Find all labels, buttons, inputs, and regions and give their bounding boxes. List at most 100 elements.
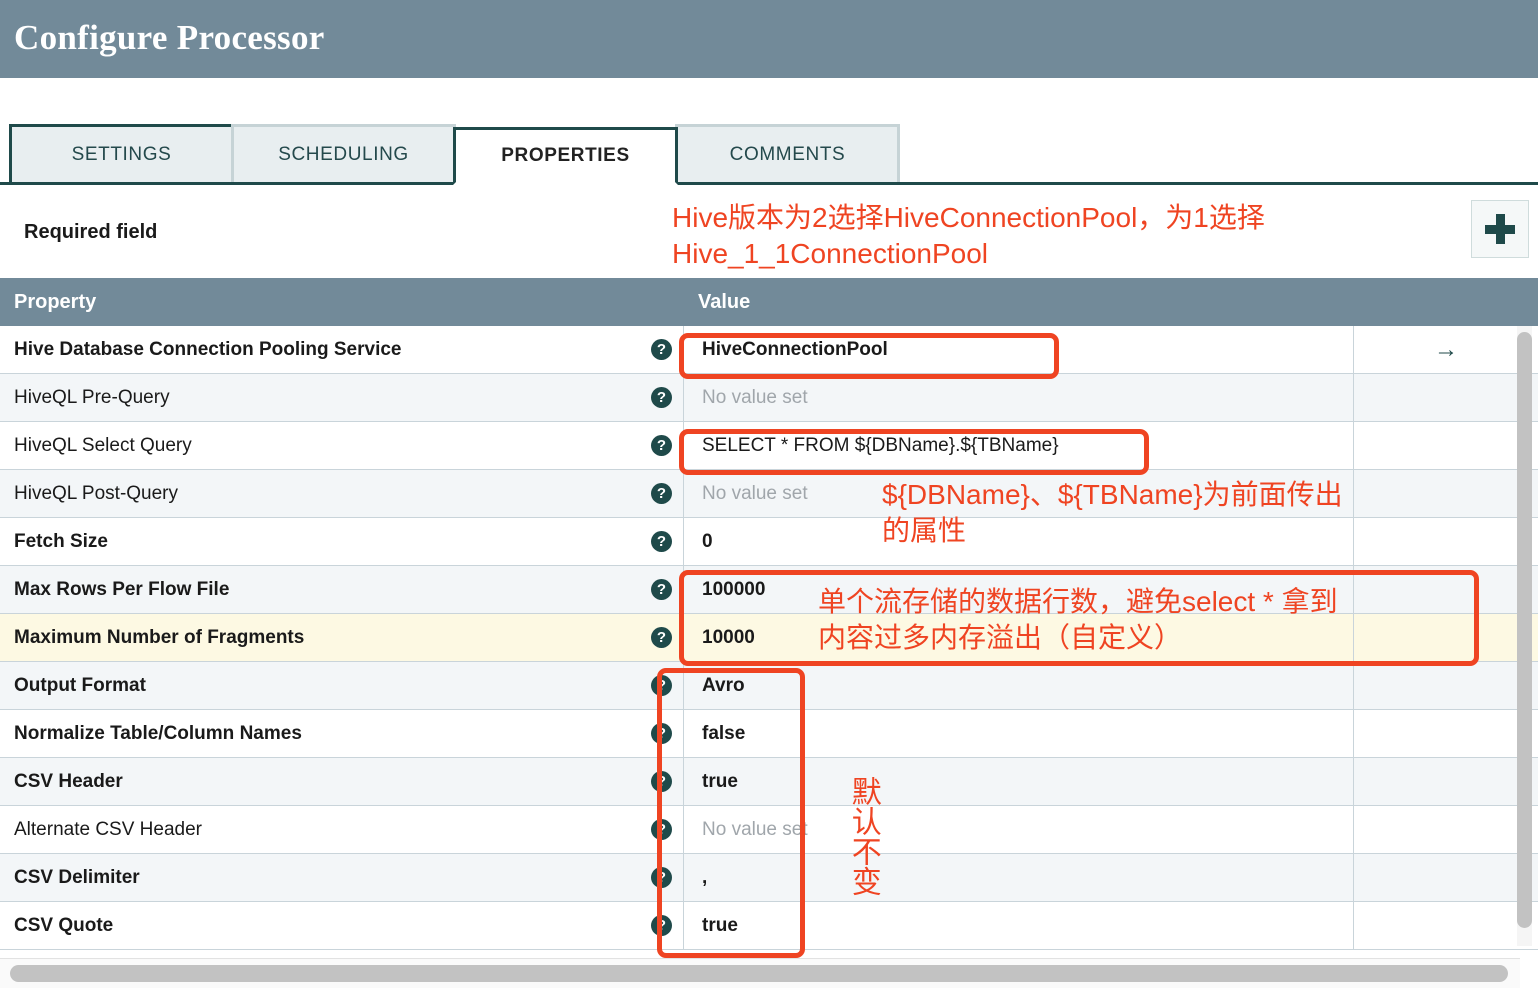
table-vertical-scrollbar-thumb[interactable] (1517, 332, 1532, 928)
help-icon[interactable]: ? (651, 579, 672, 600)
table-row[interactable]: HiveQL Post-Query? No value set (0, 470, 1538, 518)
help-cell: ? (640, 566, 684, 613)
help-icon[interactable]: ? (651, 339, 672, 360)
configure-processor-dialog: Configure Processor SETTINGS SCHEDULING … (0, 0, 1538, 994)
help-cell: ? (640, 710, 684, 757)
help-icon[interactable]: ? (651, 771, 672, 792)
property-value-cell[interactable]: No value set (684, 374, 1354, 421)
help-icon[interactable]: ? (651, 483, 672, 504)
row-end-cell (1354, 710, 1538, 757)
table-row[interactable]: HiveQL Select Query? SELECT * FROM ${DBNa… (0, 422, 1538, 470)
row-end-cell (1354, 662, 1538, 709)
property-name-cell: Alternate CSV Header (14, 818, 202, 840)
tab-settings[interactable]: SETTINGS (9, 124, 234, 182)
table-row[interactable]: CSV Header? true (0, 758, 1538, 806)
properties-toolbar: Required field (0, 186, 1538, 278)
table-row[interactable]: Maximum Number of Fragments? 10000 (0, 614, 1538, 662)
tab-properties-label: PROPERTIES (501, 145, 630, 166)
help-icon[interactable]: ? (651, 819, 672, 840)
help-cell: ? (640, 902, 684, 949)
required-field-label: Required field (24, 221, 158, 243)
property-value-cell[interactable]: HiveConnectionPool (684, 326, 1354, 373)
property-value-cell[interactable]: No value set (684, 470, 1354, 517)
property-name-cell: HiveQL Select Query (14, 434, 192, 456)
property-value-cell[interactable]: No value set (684, 806, 1354, 853)
help-cell: ? (640, 326, 684, 373)
table-vertical-scrollbar[interactable] (1517, 326, 1532, 946)
help-cell: ? (640, 758, 684, 805)
row-end-cell (1354, 854, 1538, 901)
row-end-cell (1354, 806, 1538, 853)
table-body: Hive Database Connection Pooling Service… (0, 326, 1538, 950)
row-end-cell (1354, 614, 1538, 661)
property-name-cell: Output Format (14, 674, 146, 696)
property-name-cell: CSV Delimiter (14, 866, 140, 888)
tab-properties[interactable]: PROPERTIES (453, 127, 678, 185)
property-name-cell: Maximum Number of Fragments (14, 626, 305, 648)
tab-comments-label: COMMENTS (729, 143, 846, 165)
property-value-cell[interactable]: Avro (684, 662, 1354, 709)
row-end-cell (1354, 758, 1538, 805)
property-value-cell[interactable]: true (684, 902, 1354, 949)
help-icon[interactable]: ? (651, 627, 672, 648)
tab-comments[interactable]: COMMENTS (675, 124, 900, 182)
property-name-cell: Max Rows Per Flow File (14, 578, 230, 600)
help-cell: ? (640, 422, 684, 469)
table-row[interactable]: Max Rows Per Flow File? 100000 (0, 566, 1538, 614)
help-icon[interactable]: ? (651, 531, 672, 552)
property-value-cell[interactable]: 0 (684, 518, 1354, 565)
row-end-cell (1354, 902, 1538, 949)
help-icon[interactable]: ? (651, 387, 672, 408)
add-property-button[interactable] (1471, 200, 1529, 258)
help-cell: ? (640, 518, 684, 565)
property-value-cell[interactable]: false (684, 710, 1354, 757)
property-value-cell[interactable]: SELECT * FROM ${DBName}.${TBName} (684, 422, 1354, 469)
page-title: Configure Processor (14, 17, 325, 57)
help-cell: ? (640, 854, 684, 901)
table-horizontal-scrollbar-thumb[interactable] (10, 965, 1508, 982)
column-header-property: Property (14, 290, 97, 313)
row-end-cell (1354, 470, 1538, 517)
tab-scheduling-label: SCHEDULING (278, 143, 409, 165)
help-icon[interactable]: ? (651, 915, 672, 936)
property-name-cell: CSV Header (14, 770, 123, 792)
table-row[interactable]: Hive Database Connection Pooling Service… (0, 326, 1538, 374)
row-end-cell (1354, 518, 1538, 565)
table-row[interactable]: CSV Quote? true (0, 902, 1538, 950)
property-name-cell: HiveQL Post-Query (14, 482, 179, 504)
tab-settings-label: SETTINGS (71, 143, 172, 165)
table-horizontal-scrollbar[interactable] (0, 958, 1520, 988)
help-icon[interactable]: ? (651, 675, 672, 696)
table-row[interactable]: Normalize Table/Column Names? false (0, 710, 1538, 758)
property-value-cell[interactable]: true (684, 758, 1354, 805)
table-row[interactable]: Alternate CSV Header? No value set (0, 806, 1538, 854)
help-cell: ? (640, 614, 684, 661)
table-row[interactable]: Output Format? Avro (0, 662, 1538, 710)
table-row[interactable]: HiveQL Pre-Query? No value set (0, 374, 1538, 422)
help-icon[interactable]: ? (651, 435, 672, 456)
property-name-cell: Fetch Size (14, 530, 108, 552)
row-end-cell (1354, 374, 1538, 421)
help-cell: ? (640, 806, 684, 853)
row-end-cell (1354, 566, 1538, 613)
properties-table: Property Value Hive Database Connection … (0, 278, 1538, 994)
tab-scheduling[interactable]: SCHEDULING (231, 124, 456, 182)
help-cell: ? (640, 662, 684, 709)
help-cell: ? (640, 470, 684, 517)
goto-service-arrow-icon[interactable]: → (1354, 326, 1538, 373)
table-row[interactable]: Fetch Size? 0 (0, 518, 1538, 566)
dialog-titlebar: Configure Processor (0, 0, 1538, 78)
property-name-cell: Normalize Table/Column Names (14, 722, 302, 744)
property-value-cell[interactable]: 100000 (684, 566, 1354, 613)
tab-bar: SETTINGS SCHEDULING PROPERTIES COMMENTS (0, 123, 1538, 185)
property-name-cell: CSV Quote (14, 914, 114, 936)
help-icon[interactable]: ? (651, 723, 672, 744)
property-value-cell[interactable]: , (684, 854, 1354, 901)
table-row[interactable]: CSV Delimiter?, (0, 854, 1538, 902)
row-end-cell (1354, 422, 1538, 469)
help-cell: ? (640, 374, 684, 421)
help-icon[interactable]: ? (651, 867, 672, 888)
property-value-cell[interactable]: 10000 (684, 614, 1354, 661)
property-name-cell: Hive Database Connection Pooling Service (14, 338, 402, 360)
table-header-row: Property Value (0, 278, 1538, 326)
